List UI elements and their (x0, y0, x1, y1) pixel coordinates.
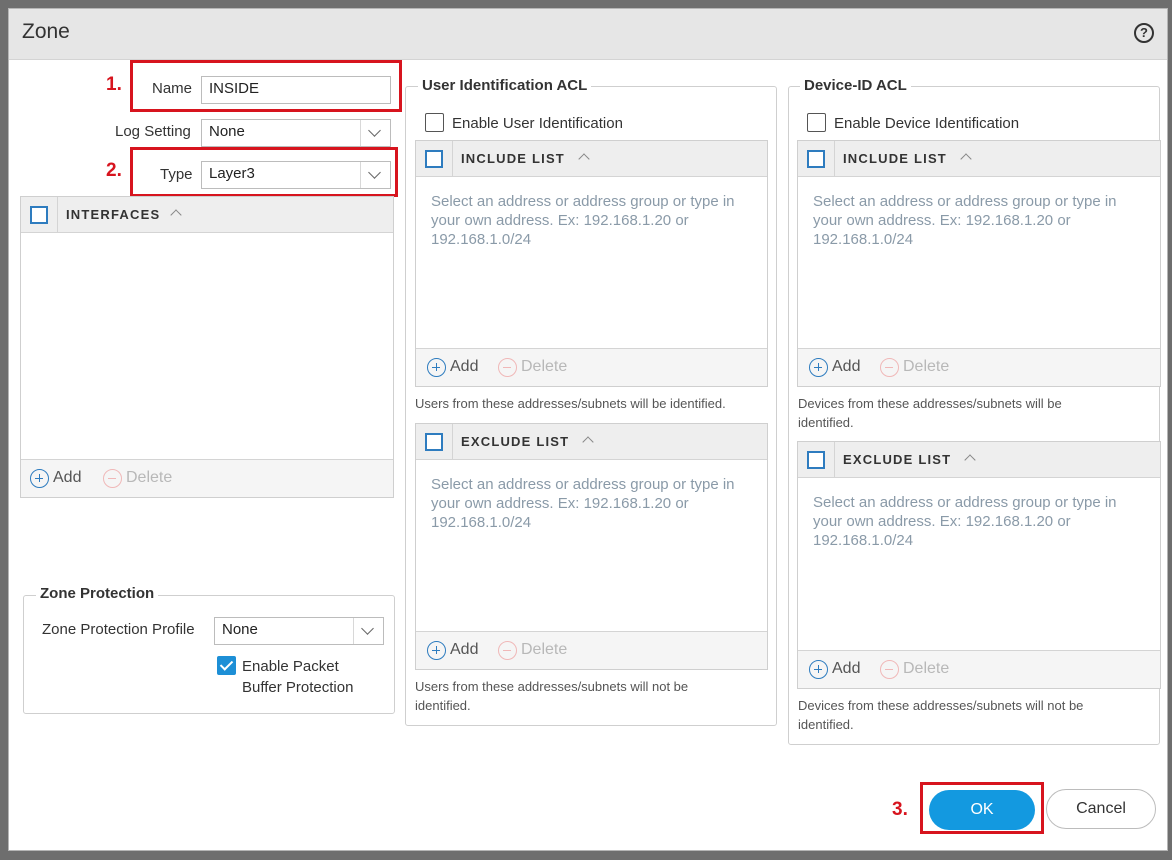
user-exclude-note: Users from these addresses/subnets will … (415, 679, 689, 713)
dialog-title: Zone (22, 20, 70, 43)
enable-user-id-checkbox[interactable] (425, 113, 444, 132)
type-value: Layer3 (209, 165, 255, 182)
user-include-header-label[interactable]: INCLUDE LIST (461, 151, 565, 166)
select-all-checkbox[interactable] (807, 451, 825, 469)
zone-protection-profile-value: None (222, 621, 258, 638)
device-include-note: Devices from these addresses/subnets wil… (798, 396, 1062, 430)
user-include-list-header: INCLUDE LIST (416, 141, 767, 177)
interfaces-list-footer: Add Delete (21, 459, 393, 497)
device-exclude-list-footer: Add Delete (798, 650, 1160, 688)
select-all-checkbox[interactable] (425, 150, 443, 168)
minus-circle-icon (498, 641, 517, 660)
enable-user-id-label: Enable User Identification (452, 115, 623, 132)
plus-circle-icon (809, 660, 828, 679)
log-setting-value: None (209, 123, 245, 140)
cancel-button[interactable]: Cancel (1046, 789, 1156, 829)
device-exclude-header-label[interactable]: EXCLUDE LIST (843, 452, 951, 467)
ok-button[interactable]: OK (929, 790, 1035, 830)
packet-buffer-label: Enable Packet Buffer Protection (242, 658, 354, 696)
sort-up-icon[interactable] (578, 153, 590, 165)
interfaces-list-header: INTERFACES (21, 197, 393, 233)
plus-circle-icon (809, 358, 828, 377)
minus-circle-icon (103, 469, 122, 488)
user-exclude-list-footer: Add Delete (416, 631, 767, 669)
step-3-marker: 3. (892, 799, 908, 820)
user-exclude-list-header: EXCLUDE LIST (416, 424, 767, 460)
packet-buffer-checkbox[interactable] (217, 656, 236, 675)
name-label: Name (152, 80, 193, 97)
minus-circle-icon (880, 660, 899, 679)
minus-circle-icon (498, 358, 517, 377)
device-include-list: INCLUDE LIST Select an address or addres… (797, 140, 1161, 387)
device-exclude-placeholder: Select an address or address group or ty… (813, 494, 1117, 549)
interfaces-list: INTERFACES Add Delete (20, 196, 394, 498)
zone-dialog: Zone ? 1. Name INSIDE Log Setting None 2… (8, 8, 1168, 851)
type-select[interactable]: Layer3 (201, 161, 391, 189)
plus-circle-icon (427, 641, 446, 660)
zone-protection-title: Zone Protection (36, 585, 159, 602)
log-setting-label: Log Setting (115, 123, 191, 140)
zone-protection-profile-select[interactable]: None (214, 617, 384, 645)
interfaces-header-label[interactable]: INTERFACES (66, 207, 160, 222)
user-include-list: INCLUDE LIST Select an address or addres… (415, 140, 768, 387)
user-include-placeholder: Select an address or address group or ty… (431, 193, 735, 248)
enable-device-id-label: Enable Device Identification (834, 115, 1020, 132)
zone-protection-profile-label: Zone Protection Profile (42, 621, 195, 638)
sort-up-icon[interactable] (170, 209, 182, 221)
plus-circle-icon (30, 469, 49, 488)
device-exclude-list: EXCLUDE LIST Select an address or addres… (797, 441, 1161, 689)
step-1-marker: 1. (106, 74, 122, 95)
device-exclude-note: Devices from these addresses/subnets wil… (798, 698, 1084, 732)
plus-circle-icon (427, 358, 446, 377)
chevron-down-icon (360, 162, 390, 188)
chevron-down-icon (360, 120, 390, 146)
user-exclude-header-label[interactable]: EXCLUDE LIST (461, 434, 569, 449)
enable-device-id-checkbox[interactable] (807, 113, 826, 132)
minus-circle-icon (880, 358, 899, 377)
sort-up-icon[interactable] (582, 436, 594, 448)
user-exclude-list: EXCLUDE LIST Select an address or addres… (415, 423, 768, 670)
select-all-checkbox[interactable] (30, 206, 48, 224)
user-exclude-placeholder: Select an address or address group or ty… (431, 476, 735, 531)
device-exclude-list-header: EXCLUDE LIST (798, 442, 1160, 478)
user-include-list-footer: Add Delete (416, 348, 767, 386)
device-include-list-footer: Add Delete (798, 348, 1160, 386)
chevron-down-icon (353, 618, 383, 644)
log-setting-select[interactable]: None (201, 119, 391, 147)
dialog-titlebar: Zone ? (9, 9, 1167, 60)
device-include-placeholder: Select an address or address group or ty… (813, 193, 1117, 248)
user-id-acl-title: User Identification ACL (418, 77, 592, 94)
sort-up-icon[interactable] (964, 454, 976, 466)
device-include-header-label[interactable]: INCLUDE LIST (843, 151, 947, 166)
select-all-checkbox[interactable] (807, 150, 825, 168)
sort-up-icon[interactable] (960, 153, 972, 165)
type-label: Type (160, 166, 193, 183)
user-include-note: Users from these addresses/subnets will … (415, 396, 726, 411)
name-input[interactable]: INSIDE (201, 76, 391, 104)
step-2-marker: 2. (106, 160, 122, 181)
device-id-acl-title: Device-ID ACL (800, 77, 911, 94)
select-all-checkbox[interactable] (425, 433, 443, 451)
help-icon[interactable]: ? (1134, 23, 1154, 43)
device-include-list-header: INCLUDE LIST (798, 141, 1160, 177)
